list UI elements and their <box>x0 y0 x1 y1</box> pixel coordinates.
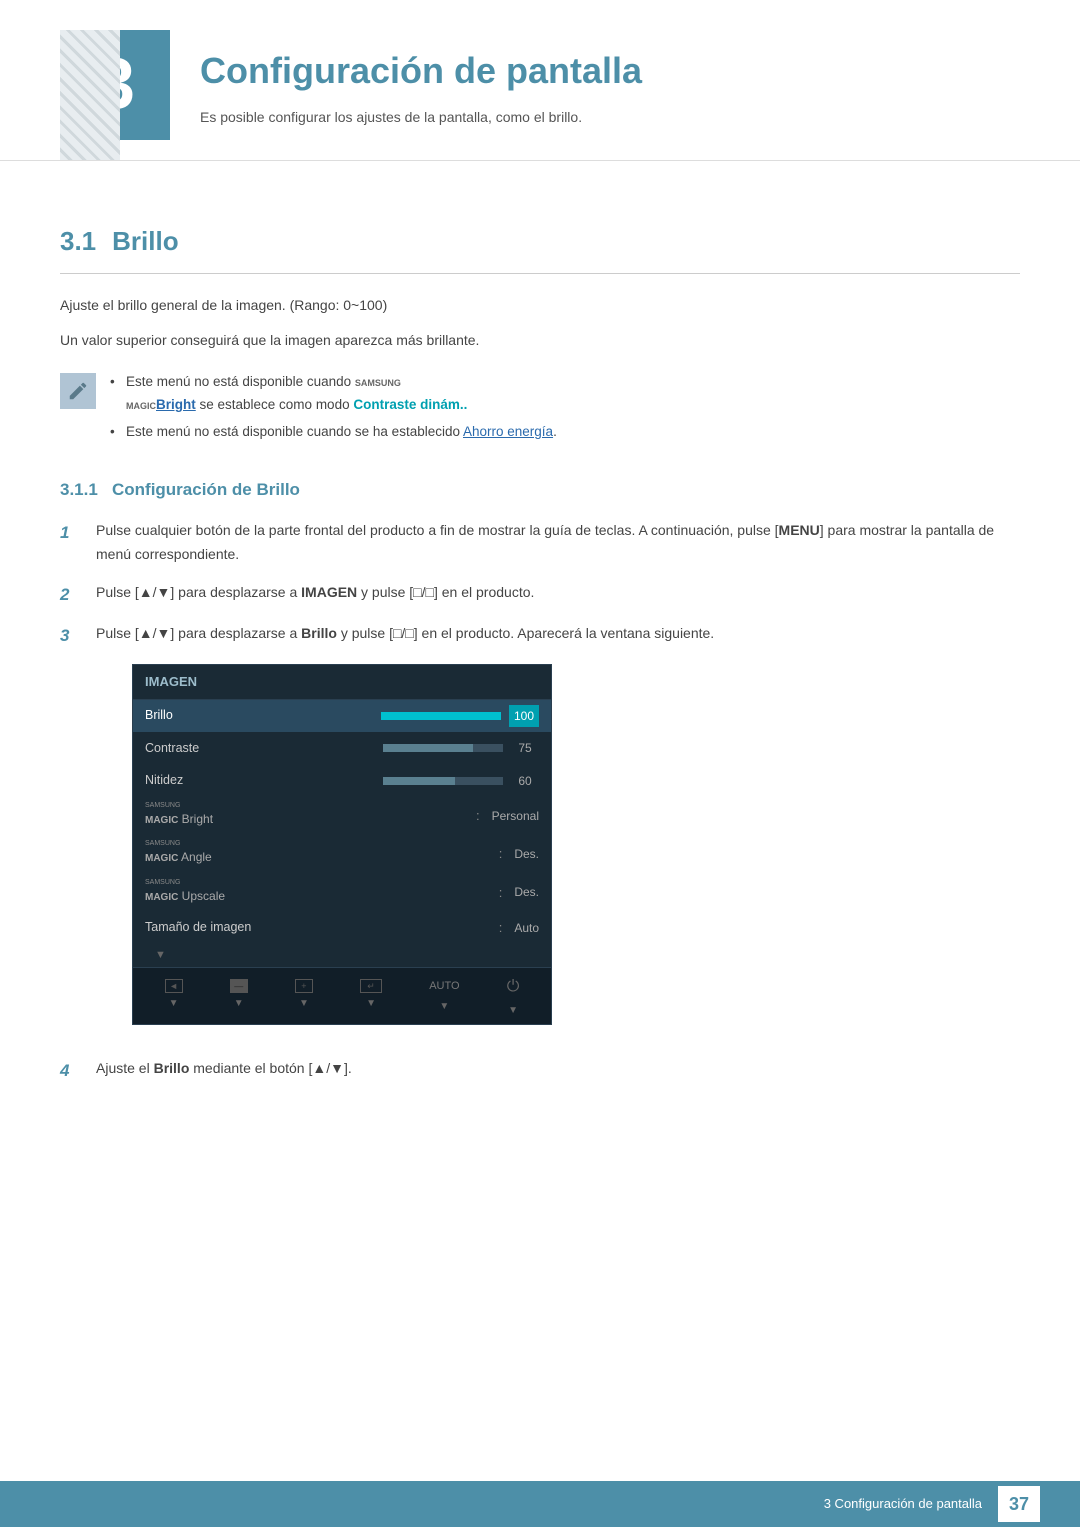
osd-bottom-plus-icon: + ▼ <box>295 979 313 1012</box>
osd-bar-fill-contraste <box>383 744 473 752</box>
section-description2: Un valor superior conseguirá que la imag… <box>60 329 1020 353</box>
osd-bar-brillo <box>381 712 501 720</box>
osd-value-nitidez: 60 <box>275 770 539 792</box>
osd-title-bar: IMAGEN <box>133 665 551 700</box>
step-number-1: 1 <box>60 519 82 546</box>
osd-label-nitidez: Nitidez <box>145 770 275 791</box>
osd-bottom-minus-icon: — ▼ <box>230 979 248 1012</box>
chapter-title-block: Configuración de pantalla Es posible con… <box>200 42 642 128</box>
osd-label-brillo: Brillo <box>145 705 275 726</box>
osd-label-magic-angle: SAMSUNG MAGIC Angle <box>145 840 275 868</box>
osd-label-tamano: Tamaño de imagen <box>145 917 275 938</box>
osd-row-nitidez: Nitidez 60 <box>133 765 551 797</box>
step-text-3: Pulse [▲/▼] para desplazarse a Brillo y … <box>96 622 1020 1043</box>
note-item-1: Este menú no está disponible cuando SAMS… <box>110 371 557 417</box>
step-number-4: 4 <box>60 1057 82 1084</box>
osd-number-contraste: 75 <box>511 737 539 759</box>
osd-value-magic-bright: : Personal <box>275 805 539 827</box>
osd-auto-button: AUTO ▼ <box>429 977 459 1015</box>
osd-bottom-back-icon: ◄ ▼ <box>165 979 183 1012</box>
diagonal-bg <box>60 30 120 160</box>
osd-number-nitidez: 60 <box>511 770 539 792</box>
step-text-4: Ajuste el Brillo mediante el botón [▲/▼]… <box>96 1057 1020 1081</box>
osd-text-magic-bright: Personal <box>492 806 539 826</box>
steps-list: 1 Pulse cualquier botón de la parte fron… <box>60 519 1020 1084</box>
osd-row-tamano: Tamaño de imagen : Auto <box>133 912 551 944</box>
chapter-header: 3 Configuración de pantalla Es posible c… <box>0 0 1080 161</box>
osd-label-magic-bright: SAMSUNG MAGIC Bright <box>145 802 275 830</box>
osd-label-contraste: Contraste <box>145 738 275 759</box>
osd-screenshot: IMAGEN Brillo 100 <box>132 664 552 1025</box>
osd-auto-text: AUTO <box>429 977 459 996</box>
step-number-3: 3 <box>60 622 82 649</box>
osd-text-magic-angle: Des. <box>514 844 539 864</box>
chapter-title: Configuración de pantalla <box>200 42 642 100</box>
footer-page-number: 37 <box>998 1486 1040 1523</box>
note-item-2: Este menú no está disponible cuando se h… <box>110 421 557 444</box>
osd-label-magic-upscale: SAMSUNG MAGIC Upscale <box>145 879 275 907</box>
step-3: 3 Pulse [▲/▼] para desplazarse a Brillo … <box>60 622 1020 1043</box>
osd-value-contraste: 75 <box>275 737 539 759</box>
section-number: 3.1 <box>60 221 96 263</box>
osd-row-magic-bright: SAMSUNG MAGIC Bright : Personal <box>133 797 551 835</box>
osd-menu: IMAGEN Brillo 100 <box>132 664 552 1025</box>
step-4: 4 Ajuste el Brillo mediante el botón [▲/… <box>60 1057 1020 1084</box>
section-heading: 3.1 Brillo <box>60 221 1020 274</box>
osd-text-tamano: Auto <box>514 918 539 938</box>
footer-section-label: 3 Configuración de pantalla <box>824 1494 982 1515</box>
subsection-title: Configuración de Brillo <box>112 480 300 499</box>
pencil-icon <box>67 380 89 402</box>
main-content: 3.1 Brillo Ajuste el brillo general de l… <box>0 171 1080 1178</box>
osd-row-contraste: Contraste 75 <box>133 732 551 764</box>
page-footer: 3 Configuración de pantalla 37 <box>0 1481 1080 1527</box>
note-box: Este menú no está disponible cuando SAMS… <box>60 371 1020 448</box>
section-title: Brillo <box>112 221 178 263</box>
osd-number-brillo: 100 <box>509 705 539 727</box>
osd-value-brillo: 100 <box>275 705 539 727</box>
osd-value-magic-angle: : Des. <box>275 843 539 865</box>
step-number-2: 2 <box>60 581 82 608</box>
chapter-subtitle: Es posible configurar los ajustes de la … <box>200 106 642 128</box>
osd-bar-fill-brillo <box>381 712 501 720</box>
step-1: 1 Pulse cualquier botón de la parte fron… <box>60 519 1020 567</box>
subsection-heading: 3.1.1 Configuración de Brillo <box>60 476 1020 503</box>
step-2: 2 Pulse [▲/▼] para desplazarse a IMAGEN … <box>60 581 1020 608</box>
osd-bar-fill-nitidez <box>383 777 455 785</box>
osd-text-magic-upscale: Des. <box>514 882 539 902</box>
osd-value-tamano: : Auto <box>275 917 539 939</box>
osd-row-brillo: Brillo 100 <box>133 700 551 732</box>
osd-bottom-enter-icon: ↵ ▼ <box>360 979 382 1012</box>
note-icon <box>60 373 96 409</box>
osd-value-magic-upscale: : Des. <box>275 882 539 904</box>
osd-row-magic-angle: SAMSUNG MAGIC Angle : Des. <box>133 835 551 873</box>
osd-bottom-bar: ◄ ▼ — ▼ <box>133 967 551 1024</box>
subsection-number: 3.1.1 <box>60 480 98 499</box>
osd-bar-nitidez <box>383 777 503 785</box>
note-content: Este menú no está disponible cuando SAMS… <box>110 371 557 448</box>
osd-more-indicator: ▼ <box>133 944 551 967</box>
step-text-1: Pulse cualquier botón de la parte fronta… <box>96 519 1020 567</box>
osd-power-icon: ⏻ ▼ <box>507 973 520 1019</box>
osd-row-magic-upscale: SAMSUNG MAGIC Upscale : Des. <box>133 874 551 912</box>
osd-bar-contraste <box>383 744 503 752</box>
step-text-2: Pulse [▲/▼] para desplazarse a IMAGEN y … <box>96 581 1020 605</box>
section-description1: Ajuste el brillo general de la imagen. (… <box>60 294 1020 318</box>
